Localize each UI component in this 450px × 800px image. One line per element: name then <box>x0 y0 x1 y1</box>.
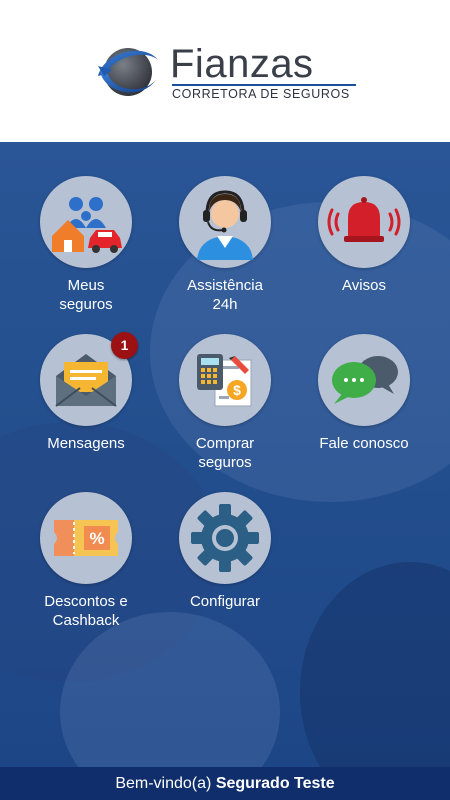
support-agent-icon <box>197 190 253 260</box>
menu-item-descontos-cashback[interactable]: % Descontos e Cashback <box>16 492 156 630</box>
menu-item-icon-circle: 1 <box>40 332 138 426</box>
svg-text:$: $ <box>233 382 241 398</box>
menu-item-avisos[interactable]: Avisos <box>294 176 434 295</box>
menu-item-icon-circle <box>40 176 132 268</box>
welcome-greeting: Bem-vindo(a) <box>115 775 216 792</box>
menu-item-label: Fale conosco <box>319 435 409 452</box>
menu-item-icon-circle: % <box>40 492 132 584</box>
brand-subtitle: CORRETORA DE SEGUROS <box>172 87 350 101</box>
menu-item-label: Comprar seguros <box>195 435 255 471</box>
brand-divider <box>172 84 356 86</box>
svg-text:%: % <box>89 529 104 548</box>
menu-item-meus-seguros[interactable]: Meus seguros <box>16 176 156 314</box>
menu-item-icon-circle <box>318 176 410 268</box>
brand-name: Fianzas <box>170 42 314 86</box>
chat-bubbles-icon <box>332 356 398 404</box>
menu-item-label: Descontos e Cashback <box>44 593 128 629</box>
menu-item-icon-circle <box>179 492 271 584</box>
menu-item-label: Meus seguros <box>59 277 113 313</box>
menu-item-configurar[interactable]: Configurar <box>155 492 295 611</box>
menu-item-label: Mensagens <box>47 435 125 452</box>
menu-item-comprar-seguros[interactable]: $ Comprar seguros <box>155 334 295 472</box>
calculator-document-icon: $ <box>197 354 252 407</box>
welcome-bar: Bem-vindo(a) Segurado Teste <box>0 767 450 800</box>
menu-item-mensagens[interactable]: 1 Mensagens <box>16 332 156 453</box>
menu-item-label: Assistência 24h <box>187 277 263 313</box>
fianzas-logo-icon <box>98 48 158 96</box>
welcome-user-name: Segurado Teste <box>215 775 335 792</box>
menu-item-fale-conosco[interactable]: Fale conosco <box>294 334 434 453</box>
family-home-car-icon <box>52 197 122 253</box>
menu-item-label: Avisos <box>342 277 386 294</box>
gear-icon <box>191 504 259 572</box>
discount-ticket-icon: % <box>54 520 118 556</box>
background-blur <box>300 562 450 767</box>
menu-item-icon-circle <box>179 176 271 268</box>
alarm-bell-icon <box>327 197 401 242</box>
unread-badge: 1 <box>111 332 138 359</box>
app-header: Fianzas CORRETORA DE SEGUROS <box>0 0 450 142</box>
menu-item-icon-circle <box>318 334 410 426</box>
menu-item-label: Configurar <box>189 593 261 610</box>
menu-area: Meus seguros Assistência 24h Avisos 1 Me… <box>0 142 450 767</box>
menu-item-icon-circle: $ <box>179 334 271 426</box>
menu-item-assistencia-24h[interactable]: Assistência 24h <box>155 176 295 314</box>
